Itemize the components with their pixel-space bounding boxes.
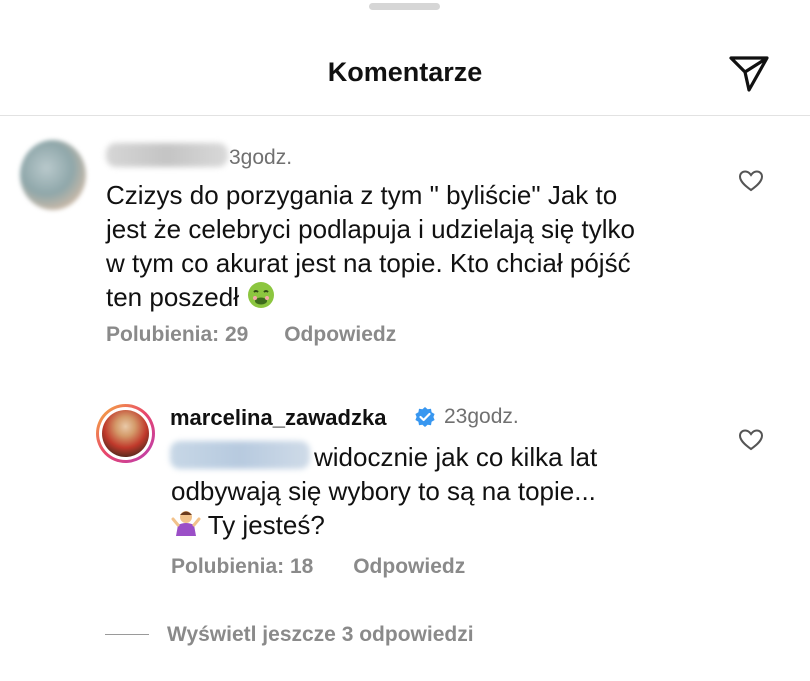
comment-line: w tym co akurat jest na topie. Kto chcia… (106, 248, 631, 278)
page-title: Komentarze (327, 57, 483, 87)
comment-actions: Polubienia: 29 Odpowiedz (106, 323, 396, 347)
comment-line: Czizys do porzygania z tym " byliście" J… (106, 180, 618, 210)
reply-button[interactable]: Odpowiedz (353, 555, 465, 578)
comment-line: jest że celebryci podlapuja i udzielają … (106, 214, 635, 244)
username-redacted[interactable] (106, 143, 228, 167)
reply-username[interactable]: marcelina_zawadzka (170, 405, 386, 431)
comment-line-last: ten poszedł (106, 280, 635, 314)
reply-line: odbywają się wybory to są na topie... (171, 476, 596, 506)
paper-plane-icon[interactable] (727, 52, 771, 96)
likes-count[interactable]: Polubienia: 18 (171, 555, 313, 578)
header-divider (0, 115, 810, 116)
comment-text: Czizys do porzygania z tym " byliście" J… (106, 178, 635, 314)
verified-badge-icon (415, 407, 435, 427)
reply-line: widocznie jak co kilka lat (314, 442, 598, 472)
comments-header: Komentarze (0, 40, 810, 110)
sheet-drag-handle[interactable] (369, 3, 440, 10)
likes-count[interactable]: Polubienia: 29 (106, 323, 248, 346)
mention-redacted[interactable] (170, 441, 310, 469)
view-more-replies-button[interactable]: Wyświetl jeszcze 3 odpowiedzi (167, 623, 474, 647)
avatar-photo (102, 410, 149, 457)
reply-time: 23godz. (444, 405, 519, 428)
reply-actions: Polubienia: 18 Odpowiedz (171, 555, 465, 579)
person-shrugging-emoji (171, 511, 201, 536)
avatar[interactable] (20, 140, 86, 210)
reply-line: Ty jesteś? (207, 510, 325, 540)
comment-time: 3godz. (229, 146, 293, 169)
view-more-divider (105, 634, 149, 635)
reply-button[interactable]: Odpowiedz (284, 323, 396, 346)
avatar[interactable] (96, 404, 155, 463)
heart-icon[interactable] (738, 428, 764, 452)
nauseated-face-emoji (248, 282, 275, 308)
reply-line-last: Ty jesteś? (171, 508, 325, 542)
heart-icon[interactable] (738, 169, 764, 193)
comment-line: ten poszedł (106, 282, 239, 312)
